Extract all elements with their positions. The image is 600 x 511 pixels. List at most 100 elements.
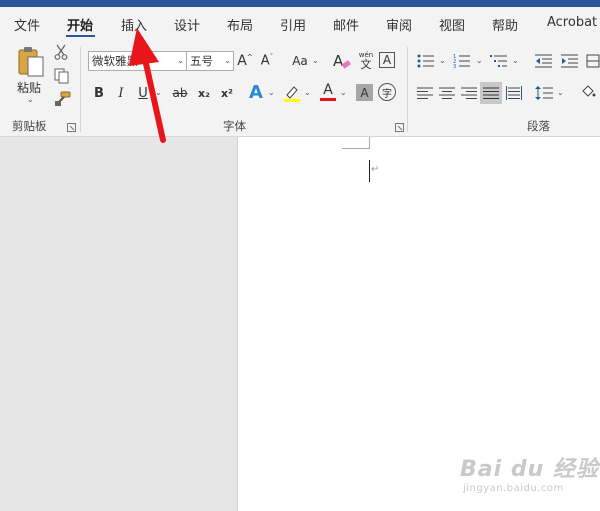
paste-dropdown-chevron-icon[interactable]: ⌄ [27, 95, 34, 104]
shading-button[interactable] [579, 83, 597, 101]
text-effects-button[interactable]: A [245, 81, 267, 103]
superscript-button[interactable]: x² [218, 84, 236, 102]
font-size-combo[interactable]: 五号 ⌄ [186, 51, 234, 71]
cut-icon [54, 44, 68, 60]
change-case-label: Aa [292, 54, 308, 68]
group-separator [407, 47, 408, 132]
font-size-chevron-icon[interactable]: ⌄ [224, 52, 231, 70]
numbering-icon: 1 2 3 [453, 54, 470, 68]
paste-icon [18, 47, 44, 77]
tab-references[interactable]: 引用 [280, 15, 306, 34]
paragraph-mark-icon: ↵ [371, 164, 380, 175]
align-left-icon [417, 87, 433, 99]
enclose-characters-label: 字 [382, 88, 392, 100]
numbering-chevron-icon[interactable]: ⌄ [476, 56, 483, 65]
chinese-layout-button[interactable] [585, 52, 600, 70]
multilevel-list-chevron-icon[interactable]: ⌄ [512, 56, 519, 65]
text-cursor [369, 160, 370, 182]
superscript-label: x² [221, 86, 233, 100]
multilevel-list-icon [490, 55, 507, 67]
clear-formatting-button[interactable]: A [331, 51, 351, 71]
bullets-icon [417, 54, 434, 68]
format-painter-button[interactable] [53, 91, 71, 107]
line-spacing-icon [535, 86, 553, 100]
tab-acrobat[interactable]: Acrobat [547, 15, 597, 30]
paste-button[interactable] [14, 44, 48, 80]
red-arrow-annotation-icon [129, 28, 166, 143]
justify-icon [483, 87, 499, 99]
font-group-label: 字体 [223, 119, 246, 133]
align-center-icon [439, 87, 455, 99]
copy-icon [54, 68, 68, 84]
multilevel-list-button[interactable] [489, 52, 509, 70]
paste-label[interactable]: 粘贴 [17, 79, 41, 96]
bullets-chevron-icon[interactable]: ⌄ [439, 56, 446, 65]
align-right-button[interactable] [460, 84, 478, 102]
tab-help[interactable]: 帮助 [492, 15, 518, 34]
tab-mailings[interactable]: 邮件 [333, 15, 359, 34]
decrease-indent-button[interactable] [535, 52, 553, 70]
tab-view[interactable]: 视图 [439, 15, 465, 34]
phonetic-guide-button[interactable]: wén 文 [356, 50, 376, 72]
copy-button[interactable] [53, 68, 69, 84]
numbering-button[interactable]: 1 2 3 [452, 52, 472, 70]
font-dialog-launcher-icon[interactable] [395, 123, 404, 132]
page-margin-corner-mark [342, 137, 370, 149]
character-border-label: A [382, 53, 392, 67]
paint-bucket-icon [582, 85, 596, 97]
italic-label: I [118, 85, 124, 101]
align-left-button[interactable] [416, 84, 434, 102]
cut-button[interactable] [53, 44, 69, 60]
increase-indent-icon [561, 54, 578, 68]
increase-indent-button[interactable] [561, 52, 579, 70]
grow-font-button[interactable]: A^ [237, 52, 253, 70]
tab-file[interactable]: 文件 [14, 15, 40, 34]
format-painter-icon [54, 91, 70, 106]
distributed-button[interactable] [505, 84, 523, 102]
font-color-swatch [320, 98, 336, 101]
line-spacing-chevron-icon[interactable]: ⌄ [557, 88, 564, 97]
title-bar-strip [0, 0, 600, 7]
baidu-jingyan-watermark: Bai du 经验 jingyan.baidu.com [460, 451, 599, 494]
bullets-button[interactable] [416, 52, 436, 70]
align-center-button[interactable] [438, 84, 456, 102]
bold-label: B [94, 85, 104, 101]
tab-review[interactable]: 审阅 [386, 15, 412, 34]
align-right-icon [461, 87, 477, 99]
tab-layout[interactable]: 布局 [227, 15, 253, 34]
font-color-label: A [323, 82, 333, 98]
character-shading-button[interactable]: A [356, 84, 373, 101]
svg-text:3: 3 [453, 64, 456, 68]
character-border-button[interactable]: A [379, 52, 395, 68]
enclose-characters-button[interactable]: 字 [378, 83, 396, 101]
subscript-label: x₂ [198, 86, 210, 100]
group-separator [80, 47, 81, 132]
shrink-font-icon: Aˇ [260, 53, 274, 69]
text-effects-chevron-icon[interactable]: ⌄ [268, 88, 275, 97]
paragraph-group-label: 段落 [527, 119, 550, 133]
subscript-button[interactable]: x₂ [195, 84, 213, 102]
justify-button[interactable] [480, 82, 502, 104]
highlight-color-button[interactable] [282, 82, 302, 104]
font-color-chevron-icon[interactable]: ⌄ [340, 88, 347, 97]
chinese-layout-icon [586, 54, 599, 68]
shrink-font-button[interactable]: Aˇ [259, 52, 275, 70]
clipboard-dialog-launcher-icon[interactable] [67, 123, 76, 132]
text-effects-icon: A [249, 81, 263, 103]
decrease-indent-icon [535, 54, 552, 68]
document-background [0, 137, 237, 511]
highlight-chevron-icon[interactable]: ⌄ [304, 88, 311, 97]
font-size-value: 五号 [190, 54, 213, 68]
clipboard-group-label: 剪贴板 [12, 119, 47, 133]
change-case-button[interactable]: Aa [290, 52, 310, 70]
watermark-logo-text: Bai du 经验 [460, 457, 599, 482]
line-spacing-button[interactable] [535, 84, 553, 102]
highlighter-icon [284, 86, 300, 102]
change-case-chevron-icon[interactable]: ⌄ [312, 56, 319, 65]
svg-text:A: A [333, 52, 344, 70]
bold-button[interactable]: B [90, 84, 108, 102]
font-color-button[interactable]: A [318, 81, 338, 103]
distributed-icon [506, 86, 522, 100]
tab-home[interactable]: 开始 [67, 15, 93, 34]
phonetic-guide-bottom: 文 [360, 58, 372, 71]
